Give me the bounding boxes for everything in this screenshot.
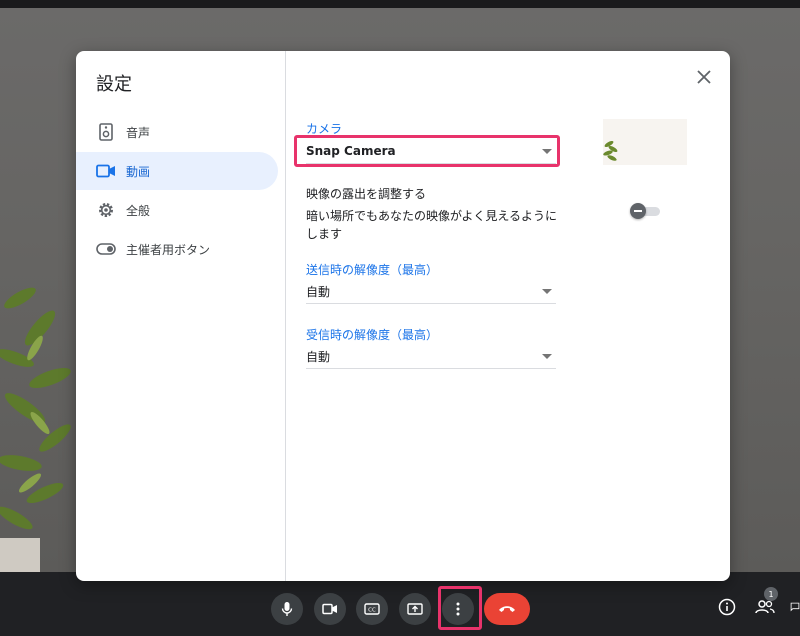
chevron-down-icon <box>542 354 552 359</box>
toggle-icon <box>96 239 116 259</box>
svg-text:CC: CC <box>368 608 376 614</box>
preview-plant-image <box>603 140 618 161</box>
background-plant-image <box>0 287 71 572</box>
videocam-icon <box>96 161 116 181</box>
camera-label: カメラ <box>306 122 343 136</box>
close-button[interactable] <box>694 67 714 87</box>
camera-preview <box>603 119 687 165</box>
meeting-info-button[interactable] <box>716 596 738 618</box>
chevron-down-icon <box>542 149 552 154</box>
chevron-down-icon <box>542 289 552 294</box>
camera-select[interactable]: Snap Camera <box>306 139 556 164</box>
nav-label-host-controls: 主催者用ボタン <box>126 242 211 257</box>
send-resolution-select[interactable]: 自動 <box>306 279 556 304</box>
nav-label-audio: 音声 <box>126 125 151 140</box>
nav-label-general: 全般 <box>126 203 151 218</box>
exposure-title: 映像の露出を調整する <box>306 187 427 201</box>
chat-icon <box>790 602 800 612</box>
nav-label-video: 動画 <box>126 164 151 179</box>
info-icon <box>718 598 736 616</box>
exposure-toggle[interactable] <box>630 203 662 219</box>
camera-select-value: Snap Camera <box>306 144 396 158</box>
present-screen-icon <box>407 603 423 615</box>
call-end-icon <box>499 606 515 612</box>
speaker-icon <box>96 122 116 142</box>
toggle-thumb <box>630 203 646 219</box>
more-vert-icon <box>456 602 460 616</box>
captions-button[interactable]: CC <box>356 593 388 625</box>
videocam-icon <box>322 603 337 615</box>
send-resolution-label: 送信時の解像度（最高） <box>306 263 439 277</box>
present-button[interactable] <box>399 593 431 625</box>
more-options-button[interactable] <box>442 593 474 625</box>
top-bar <box>0 0 800 8</box>
leave-call-button[interactable] <box>484 593 530 625</box>
receive-resolution-select[interactable]: 自動 <box>306 344 556 369</box>
camera-button[interactable] <box>314 593 346 625</box>
nav-item-video[interactable]: 動画 <box>76 152 278 190</box>
gear-icon <box>96 200 116 220</box>
chat-button[interactable] <box>790 596 800 618</box>
participant-count-badge: 1 <box>764 587 778 601</box>
mic-icon <box>281 602 293 616</box>
settings-dialog: 設定 音声 動画 全般 主催者用ボタン カメラ Snap Camera 映像の露… <box>76 51 730 581</box>
nav-item-host-controls[interactable]: 主催者用ボタン <box>76 230 278 268</box>
closed-caption-icon: CC <box>364 603 380 615</box>
receive-resolution-value: 自動 <box>306 349 331 364</box>
nav-item-audio[interactable]: 音声 <box>76 113 278 151</box>
receive-resolution-label: 受信時の解像度（最高） <box>306 328 439 342</box>
close-icon <box>697 70 711 84</box>
exposure-description: 暗い場所でもあなたの映像がよく見えるようにします <box>306 209 558 241</box>
people-icon <box>755 600 775 614</box>
settings-sidenav: 音声 動画 全般 主催者用ボタン <box>76 51 286 581</box>
send-resolution-value: 自動 <box>306 284 331 299</box>
mic-button[interactable] <box>271 593 303 625</box>
video-settings-panel: カメラ Snap Camera 映像の露出を調整する 暗い場所でもあなたの映像が… <box>294 51 606 581</box>
nav-item-general[interactable]: 全般 <box>76 191 278 229</box>
